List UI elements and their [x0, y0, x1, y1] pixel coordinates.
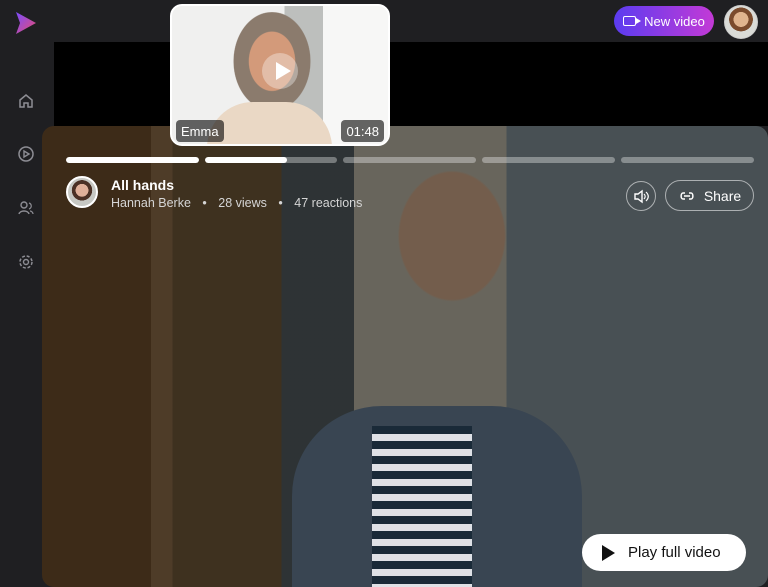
- video-title: All hands: [111, 177, 175, 193]
- app-logo-icon[interactable]: [12, 10, 38, 36]
- users-icon: [18, 201, 34, 215]
- play-full-video-button[interactable]: Play full video: [582, 534, 746, 571]
- video-feed-background: [54, 42, 768, 126]
- video-metadata: Hannah Berke • 28 views • 47 reactions: [111, 196, 362, 210]
- host-avatar: [66, 176, 98, 208]
- progress-fill-1: [66, 157, 199, 163]
- play-full-video-label: Play full video: [628, 544, 721, 561]
- preview-name: Emma: [176, 120, 224, 142]
- sidebar-item-people[interactable]: [14, 196, 38, 220]
- sidebar-item-videos[interactable]: [14, 142, 38, 166]
- new-video-button[interactable]: New video: [614, 6, 714, 36]
- volume-button[interactable]: [626, 181, 656, 211]
- home-icon: [19, 94, 33, 108]
- preview-card[interactable]: Emma 01:48: [170, 4, 390, 146]
- gear-icon: [19, 255, 33, 269]
- user-avatar[interactable]: [724, 5, 758, 39]
- progress-fill-2: [205, 157, 287, 163]
- play-icon: [602, 544, 615, 561]
- progress-segment-3: [343, 157, 476, 163]
- sidebar-item-settings[interactable]: [14, 250, 38, 274]
- preview-duration: 01:48: [341, 120, 384, 142]
- separator-dot: •: [202, 196, 207, 210]
- view-count: 28 views: [218, 196, 267, 210]
- host-name: Hannah Berke: [111, 196, 191, 210]
- progress-segment-5: [621, 157, 754, 163]
- play-circle-icon: [18, 146, 34, 162]
- new-video-label: New video: [644, 13, 705, 29]
- share-label: Share: [703, 187, 742, 204]
- volume-icon: [633, 189, 649, 203]
- reaction-count: 47 reactions: [294, 196, 363, 210]
- share-button[interactable]: Share: [665, 180, 754, 211]
- sidebar-item-home[interactable]: [14, 89, 38, 113]
- progress-segment-2: [205, 157, 337, 163]
- progress-segment-1: [66, 157, 199, 163]
- video-player[interactable]: All hands Hannah Berke • 28 views • 47 r…: [42, 126, 768, 587]
- link-icon: [680, 191, 694, 200]
- preview-person-shirt: [207, 102, 332, 144]
- separator-dot: •: [278, 196, 283, 210]
- presenter-shirt-stripes: [372, 426, 472, 587]
- progress-segment-4: [482, 157, 615, 163]
- video-camera-icon: [623, 16, 642, 26]
- preview-play-button[interactable]: [262, 53, 298, 89]
